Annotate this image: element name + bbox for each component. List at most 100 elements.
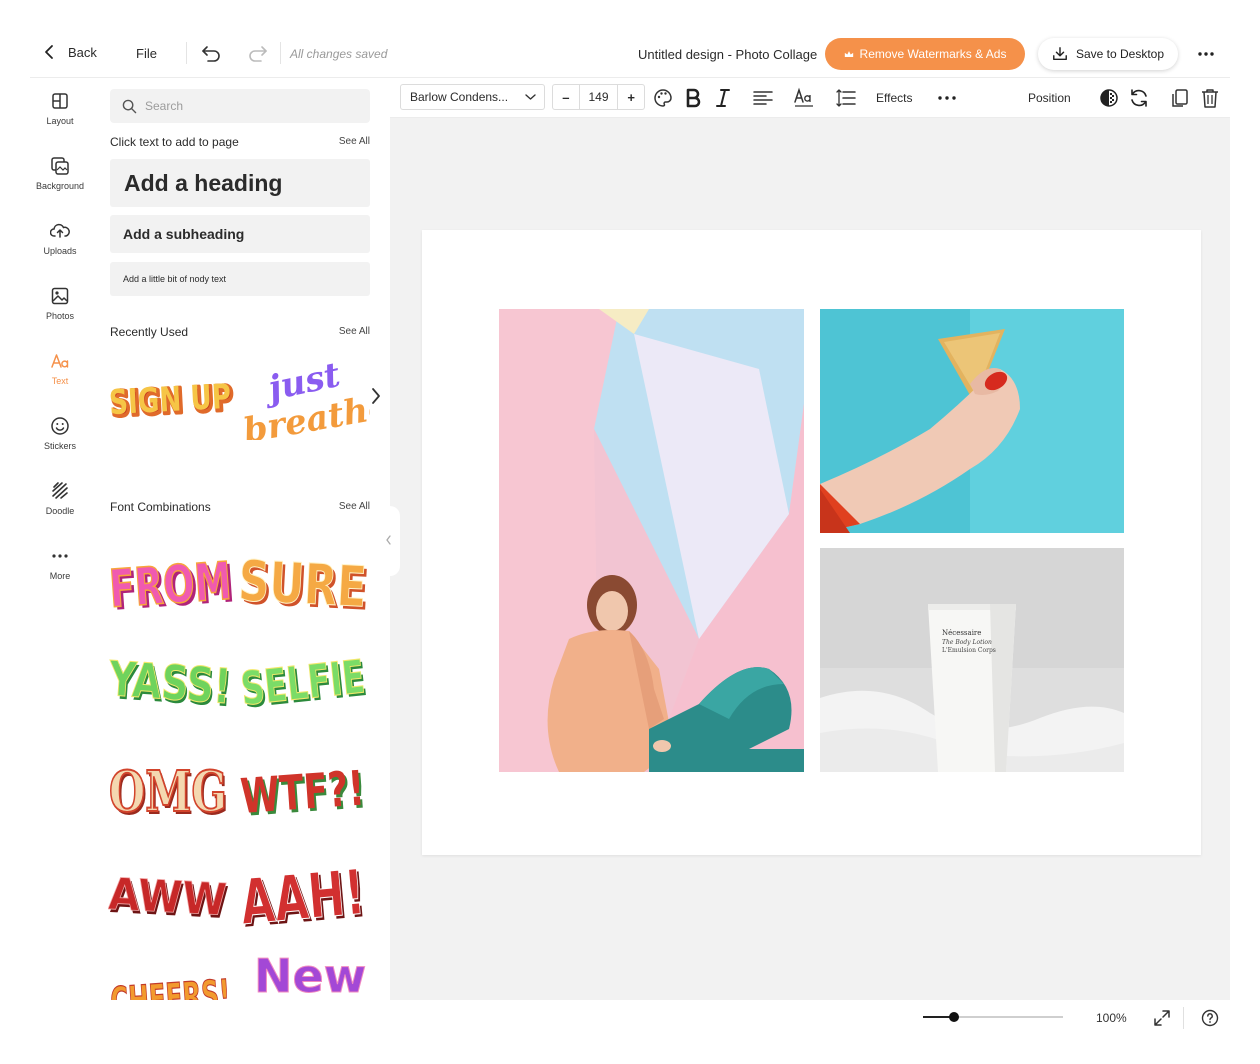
redo-icon[interactable] [246, 43, 268, 63]
zoom-slider-track[interactable] [923, 1016, 1063, 1018]
photo-icon [51, 287, 69, 305]
rail-item-more[interactable]: More [30, 546, 90, 602]
lotion-product-text: L'Emulsion Corps [942, 647, 996, 654]
text-icon [51, 354, 69, 368]
lotion-tube-photo[interactable]: Nécessaire The Body Lotion L'Emulsion Co… [820, 548, 1124, 772]
search-box[interactable] [110, 89, 370, 123]
color-palette-icon[interactable] [652, 87, 674, 109]
help-icon[interactable] [1201, 1009, 1219, 1027]
see-all-link[interactable]: See All [339, 136, 370, 147]
see-all-link[interactable]: See All [339, 501, 370, 512]
sticker-text: CHEERS! [109, 972, 232, 1000]
collapse-panel-handle[interactable] [380, 506, 400, 576]
file-menu[interactable]: File [136, 46, 157, 61]
rail-item-background[interactable]: Background [30, 156, 90, 212]
search-input[interactable] [145, 99, 345, 113]
rail-label: Photos [45, 311, 75, 321]
recently-used-label: Recently Used [110, 325, 189, 339]
click-text-header: Click text to add to page See All [110, 135, 370, 149]
sticker-text: SURE [237, 549, 368, 614]
rail-label: Background [35, 181, 85, 191]
trash-icon[interactable] [1199, 87, 1221, 109]
zoom-slider-handle[interactable] [948, 1012, 959, 1022]
font-family-select[interactable]: Barlow Condens... [400, 84, 545, 110]
transparency-icon[interactable] [1098, 87, 1120, 109]
top-bar: Back File All changes saved Untitled des… [30, 30, 1230, 78]
effects-button[interactable]: Effects [876, 91, 912, 105]
add-body-text-button[interactable]: Add a little bit of nody text [110, 262, 370, 296]
sticker-just-breathe[interactable]: just breathe [240, 360, 370, 440]
position-button[interactable]: Position [1028, 91, 1071, 105]
sticker-cheers-new[interactable]: CHEERS! New [108, 942, 376, 1001]
chevron-left-icon [386, 535, 391, 545]
sticker-aww-aah[interactable]: AWW AWW AAH! AAH! [108, 840, 376, 930]
zoom-footer: 100% [390, 1000, 1230, 1040]
divider [186, 42, 187, 64]
sticker-text: AWW [108, 869, 228, 926]
crown-icon [844, 50, 853, 57]
upload-cloud-icon [50, 223, 70, 238]
see-all-link[interactable]: See All [339, 326, 370, 337]
sticker-from-sure[interactable]: FROM FROM SURE SURE [108, 530, 376, 614]
text-case-icon[interactable] [793, 87, 815, 109]
click-text-label: Click text to add to page [110, 135, 239, 149]
sticker-sign-up[interactable]: SIGN UP SIGN UP [108, 368, 238, 424]
document-title[interactable]: Untitled design - Photo Collage [638, 47, 817, 62]
rail-label: Doodle [45, 506, 75, 516]
doodle-icon [52, 482, 68, 499]
back-label: Back [68, 44, 97, 60]
rail-item-doodle[interactable]: Doodle [30, 481, 90, 537]
woman-pastel-background-photo[interactable] [499, 309, 804, 772]
save-status: All changes saved [290, 47, 388, 61]
decrease-size-button[interactable]: – [553, 85, 579, 109]
save-to-desktop-button[interactable]: Save to Desktop [1038, 38, 1178, 70]
rail-item-uploads[interactable]: Uploads [30, 221, 90, 277]
add-subheading-button[interactable]: Add a subheading [110, 215, 370, 253]
smiley-icon [51, 417, 69, 435]
rail-label: Layout [46, 116, 74, 126]
search-icon [122, 99, 137, 113]
rail-label: Uploads [43, 246, 77, 256]
background-icon [51, 157, 69, 175]
expand-icon[interactable] [1153, 1009, 1171, 1027]
hand-holding-chip-photo[interactable] [820, 309, 1124, 533]
sticker-text: New [254, 949, 366, 1000]
font-size-value[interactable]: 149 [578, 85, 619, 109]
rail-item-photos[interactable]: Photos [30, 286, 90, 342]
chevron-right-icon[interactable] [370, 386, 382, 406]
more-dots-icon [52, 554, 68, 558]
duplicate-icon[interactable] [1169, 87, 1191, 109]
remove-watermarks-label: Remove Watermarks & Ads [859, 47, 1007, 61]
download-icon [1053, 47, 1067, 61]
lotion-product-text: The Body Lotion [942, 639, 992, 646]
line-spacing-icon[interactable] [835, 87, 857, 109]
undo-icon[interactable] [201, 43, 223, 63]
recently-used-header: Recently Used See All [110, 325, 370, 339]
refresh-icon[interactable] [1128, 87, 1150, 109]
bold-icon[interactable] [682, 87, 704, 109]
rail-item-stickers[interactable]: Stickers [30, 416, 90, 472]
sticker-yass-selfie[interactable]: YASS! YASS! SELFIE SELFIE [108, 636, 376, 716]
text-panel: Click text to add to page See All Add a … [100, 78, 390, 1000]
rail-item-text[interactable]: Text [30, 351, 90, 407]
back-button[interactable]: Back [44, 44, 97, 60]
zoom-value: 100% [1096, 1011, 1127, 1025]
rail-label: Text [51, 376, 69, 386]
chevron-left-icon [45, 45, 53, 59]
align-left-icon[interactable] [752, 87, 774, 109]
tool-rail: Layout Background Uploads Photos Text St… [30, 78, 90, 1000]
sticker-omg-wtf[interactable]: OMG OMG WTF?! WTF?! [108, 740, 376, 824]
add-heading-button[interactable]: Add a heading [110, 159, 370, 207]
remove-watermarks-button[interactable]: Remove Watermarks & Ads [825, 38, 1025, 70]
more-options-icon[interactable] [936, 87, 958, 109]
sticker-text: YASS! [108, 651, 233, 715]
italic-icon[interactable] [712, 87, 734, 109]
rail-label: Stickers [43, 441, 76, 451]
sticker-text: OMG [109, 759, 227, 824]
rail-item-layout[interactable]: Layout [30, 91, 90, 147]
increase-size-button[interactable]: + [618, 85, 644, 109]
divider [280, 42, 281, 64]
design-page[interactable]: Nécessaire The Body Lotion L'Emulsion Co… [422, 230, 1201, 855]
save-to-desktop-label: Save to Desktop [1075, 47, 1165, 61]
more-options-icon[interactable] [1196, 44, 1216, 64]
